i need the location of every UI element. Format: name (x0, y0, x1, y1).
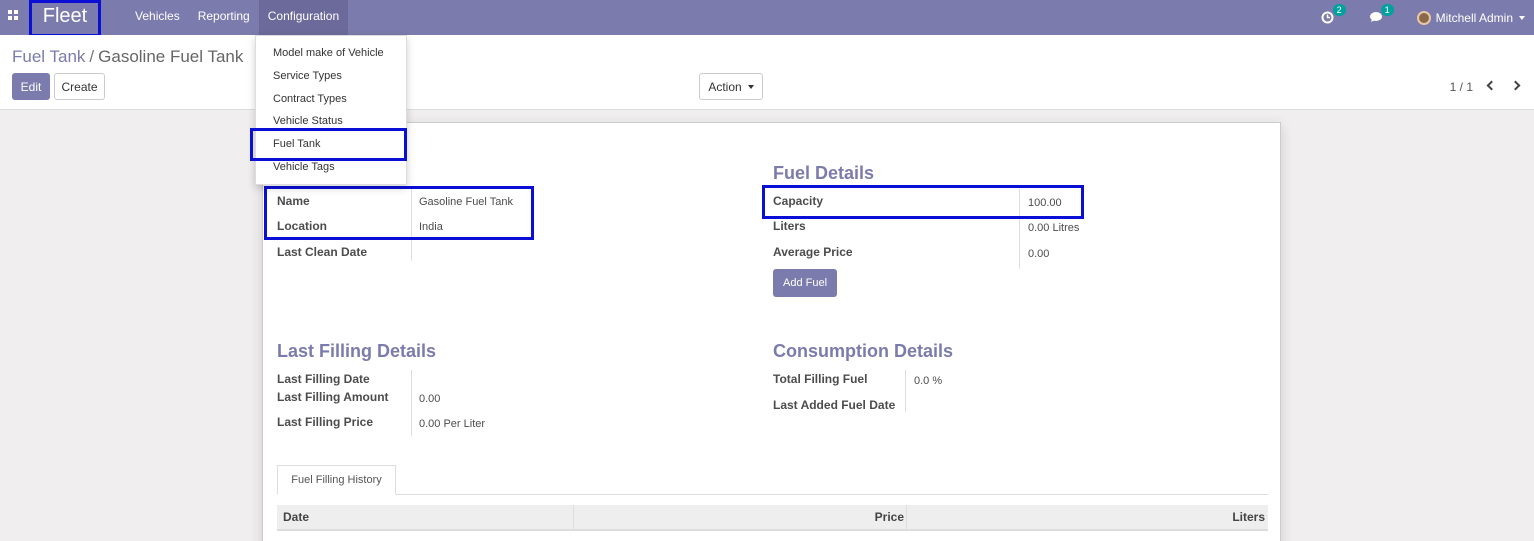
user-caret-icon[interactable] (1519, 15, 1525, 20)
action-button[interactable]: Action (699, 73, 763, 100)
liters-value: 0.00 Litres (1028, 222, 1080, 234)
divider (905, 370, 906, 412)
last-filling-date-label: Last Filling Date (277, 372, 370, 386)
last-filling-amount-value: 0.00 (419, 393, 441, 405)
breadcrumb-current: Gasoline Fuel Tank (98, 47, 244, 66)
action-caret-icon (747, 84, 754, 89)
messages-icon[interactable]: 1 (1369, 3, 1394, 25)
apps-menu-icon[interactable] (8, 10, 20, 22)
last-filling-price-label: Last Filling Price (277, 415, 374, 429)
total-filling-fuel-label: Total Filling Fuel (773, 372, 868, 386)
form-sheet: Name Gasoline Fuel Tank Location India L… (262, 122, 1281, 541)
activity-badge: 2 (1332, 3, 1346, 16)
menu-item-contract-types[interactable]: Contract Types (256, 88, 406, 110)
pager-previous-button[interactable] (1484, 79, 1498, 93)
user-avatar[interactable] (1416, 10, 1431, 25)
highlight-box-capacity (762, 185, 1084, 219)
activity-icon[interactable]: 2 (1321, 3, 1346, 25)
configuration-dropdown: Model make of Vehicle Service Types Cont… (250, 35, 407, 185)
edit-button[interactable]: Edit (12, 73, 50, 100)
user-name[interactable]: Mitchell Admin (1436, 11, 1513, 25)
systray: 2 1 Mitchell Admin (1321, 0, 1534, 35)
last-filling-amount-label: Last Filling Amount (277, 390, 389, 404)
control-panel: Fuel Tank / Gasoline Fuel Tank Edit Create… (0, 35, 1534, 110)
divider (906, 505, 907, 529)
consumption-title: Consumption Details (773, 341, 954, 361)
menu-configuration[interactable]: Configuration (258, 0, 349, 35)
app-brand[interactable]: Fleet (29, 0, 101, 37)
last-filling-price-value: 0.00 Per Liter (419, 418, 486, 430)
liters-label: Liters (773, 219, 806, 233)
last-clean-date-label: Last Clean Date (277, 245, 368, 259)
messages-badge: 1 (1380, 3, 1394, 16)
menu-reporting[interactable]: Reporting (189, 0, 259, 35)
column-date[interactable]: Date (283, 505, 309, 529)
chevron-left-icon (1486, 80, 1497, 91)
chevron-right-icon (1510, 80, 1521, 91)
action-label: Action (708, 79, 742, 94)
top-navbar: Fleet Vehicles Reporting Configuration 2… (0, 0, 1534, 37)
notebook-tabs: Fuel Filling History (277, 465, 1268, 495)
breadcrumb: Fuel Tank / Gasoline Fuel Tank (12, 47, 243, 67)
column-liters[interactable]: Liters (1232, 505, 1265, 529)
average-price-label: Average Price (773, 245, 853, 259)
divider (573, 505, 574, 529)
divider (411, 370, 412, 436)
menu-vehicles[interactable]: Vehicles (126, 0, 189, 35)
menu-item-service-types[interactable]: Service Types (256, 65, 406, 87)
column-price[interactable]: Price (875, 505, 904, 529)
pager-next-button[interactable] (1510, 79, 1524, 93)
average-price-value: 0.00 (1028, 248, 1050, 260)
breadcrumb-separator: / (89, 47, 95, 66)
fuel-details-title: Fuel Details (773, 163, 875, 183)
tab-fuel-filling-history[interactable]: Fuel Filling History (277, 465, 396, 495)
highlight-box-fuel-tank (250, 128, 407, 161)
last-added-fuel-date-label: Last Added Fuel Date (773, 398, 896, 412)
pager-value[interactable]: 1 / 1 (1450, 80, 1473, 94)
breadcrumb-parent[interactable]: Fuel Tank (12, 47, 85, 66)
last-filling-title: Last Filling Details (277, 341, 437, 361)
clock-icon (1321, 11, 1334, 23)
menu-item-model-make[interactable]: Model make of Vehicle (256, 42, 406, 64)
highlight-box-name-location (264, 186, 534, 240)
total-filling-fuel-value: 0.0 % (914, 375, 943, 387)
main-menu: Vehicles Reporting Configuration (126, 0, 349, 35)
add-fuel-button[interactable]: Add Fuel (773, 269, 837, 297)
history-table-header: Date Price Liters (277, 505, 1268, 531)
create-button[interactable]: Create (54, 73, 105, 100)
